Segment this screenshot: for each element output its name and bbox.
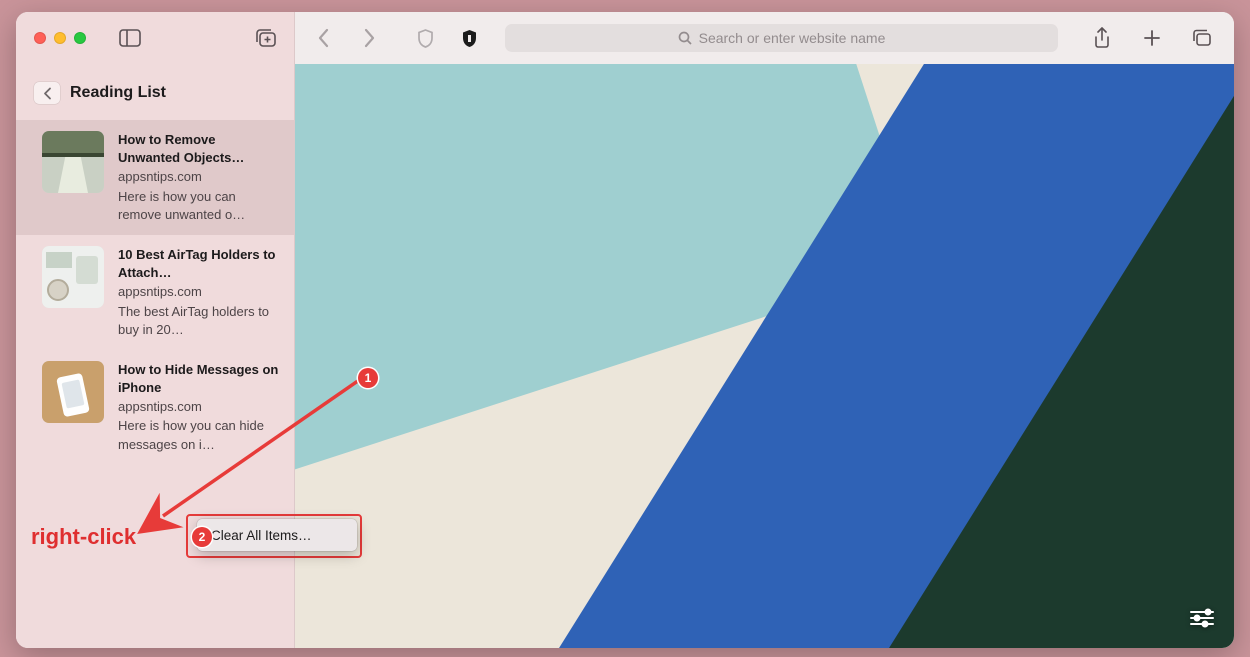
item-text: How to Remove Unwanted Objects… appsntip… (118, 131, 280, 224)
annotation-label: right-click (31, 524, 136, 550)
reading-list-item[interactable]: How to Hide Messages on iPhone appsntips… (16, 350, 294, 465)
item-domain: appsntips.com (118, 398, 280, 416)
sidebar-title: Reading List (70, 84, 166, 102)
annotation-step-badge: 2 (192, 527, 212, 547)
item-text: 10 Best AirTag Holders to Attach… appsnt… (118, 246, 280, 339)
back-button[interactable] (309, 24, 337, 52)
nav-arrows (309, 24, 383, 52)
close-window-button[interactable] (34, 32, 46, 44)
extension-shield-icon[interactable] (455, 24, 483, 52)
window-body: Reading List How to Remove Unwanted Obje… (16, 64, 1234, 648)
search-icon (678, 31, 692, 45)
new-tab-button[interactable] (1138, 24, 1166, 52)
item-thumbnail (42, 361, 104, 423)
window-controls (34, 32, 86, 44)
fullscreen-window-button[interactable] (74, 32, 86, 44)
context-menu: Clear All Items… (197, 519, 357, 551)
item-text: How to Hide Messages on iPhone appsntips… (118, 361, 280, 454)
privacy-report-icon[interactable] (411, 24, 439, 52)
reading-list-sidebar: Reading List How to Remove Unwanted Obje… (16, 64, 295, 648)
forward-button[interactable] (355, 24, 383, 52)
toolbar-right-icons (1088, 24, 1216, 52)
item-preview: The best AirTag holders to buy in 20… (118, 303, 280, 339)
toggle-sidebar-button[interactable] (116, 24, 144, 52)
annotation-highlight-box: Clear All Items… (186, 514, 362, 558)
sidebar-header: Reading List (16, 64, 294, 120)
sidebar-back-button[interactable] (34, 82, 60, 104)
item-title: 10 Best AirTag Holders to Attach… (118, 246, 280, 282)
titlebar: Search or enter website name (16, 12, 1234, 64)
reading-list-items: How to Remove Unwanted Objects… appsntip… (16, 120, 294, 465)
item-preview: Here is how you can hide messages on i… (118, 417, 280, 453)
context-menu-item-clear-all[interactable]: Clear All Items… (211, 528, 312, 543)
titlebar-sidebar-area (16, 12, 295, 64)
item-thumbnail (42, 131, 104, 193)
url-placeholder: Search or enter website name (699, 30, 886, 46)
reading-list-item[interactable]: How to Remove Unwanted Objects… appsntip… (16, 120, 294, 235)
item-domain: appsntips.com (118, 283, 280, 301)
item-domain: appsntips.com (118, 168, 280, 186)
item-title: How to Remove Unwanted Objects… (118, 131, 280, 167)
item-title: How to Hide Messages on iPhone (118, 361, 280, 397)
tab-group-button[interactable] (252, 24, 280, 52)
tab-overview-button[interactable] (1188, 24, 1216, 52)
start-page-settings-button[interactable] (1186, 604, 1218, 632)
item-thumbnail (42, 246, 104, 308)
minimize-window-button[interactable] (54, 32, 66, 44)
url-search-bar[interactable]: Search or enter website name (505, 24, 1058, 52)
reading-list-item[interactable]: 10 Best AirTag Holders to Attach… appsnt… (16, 235, 294, 350)
start-page-content (295, 64, 1234, 648)
titlebar-main-area: Search or enter website name (295, 12, 1234, 64)
annotation-step-badge: 1 (358, 368, 378, 388)
item-preview: Here is how you can remove unwanted o… (118, 188, 280, 224)
share-button[interactable] (1088, 24, 1116, 52)
